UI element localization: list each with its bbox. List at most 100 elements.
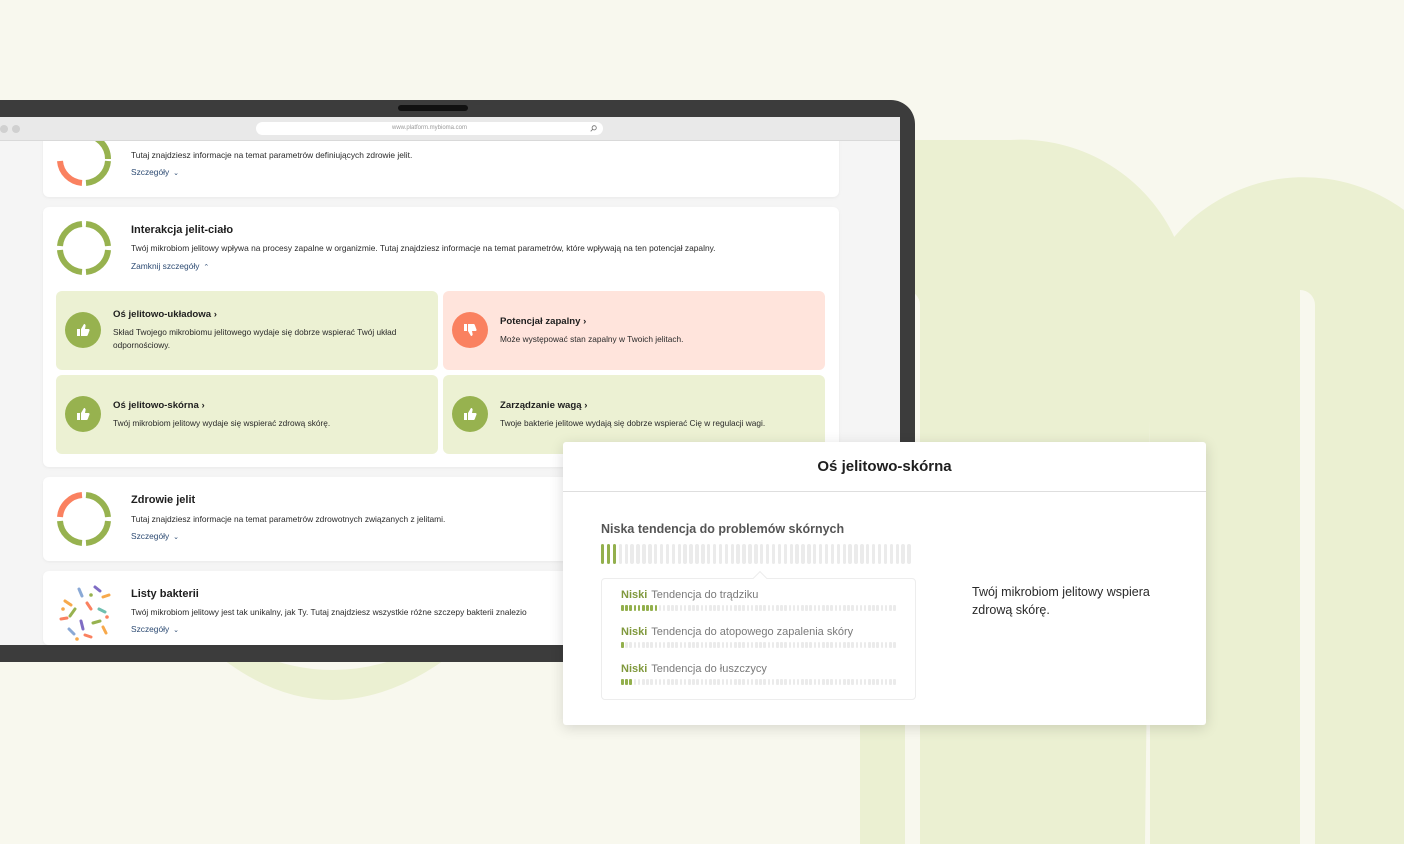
score-segment [842,679,846,685]
score-segment [789,544,793,564]
thumbs-up-icon [65,312,101,348]
score-segment [618,544,623,564]
score-segment [759,679,762,685]
score-segment [654,679,658,685]
details-link[interactable]: Szczegóły ⌄ [131,531,179,541]
score-segment [750,605,754,611]
score-segment [851,679,854,685]
score-segment [712,544,717,564]
tile-gut-immune-axis[interactable]: Oś jelitowo-układowa › Skład Twojego mik… [56,291,438,370]
score-segment [675,605,679,611]
address-bar[interactable]: www.platform.mybioma.com [256,122,603,135]
score-segment [855,642,859,648]
tile-description: Skład Twojego mikrobiomu jelitowego wyda… [113,327,397,350]
score-segment [830,605,833,611]
score-segment [796,605,800,611]
window-control-icon[interactable] [0,125,8,133]
score-segment [630,544,634,564]
score-segment [708,642,712,648]
chevron-down-icon: ⌄ [173,627,180,634]
score-segment [784,605,787,611]
score-segment [633,605,637,611]
score-segment [792,679,796,685]
score-segment [767,605,771,611]
close-details-link[interactable]: Zamknij szczegóły ⌃ [131,261,209,271]
score-segment [817,605,821,611]
score-segment [734,679,737,685]
score-segment [880,679,884,685]
tile-gut-skin-axis[interactable]: Oś jelitowo-skórna › Twój mikrobiom jeli… [56,375,438,454]
score-segment [675,679,679,685]
score-segment [742,679,746,685]
modal-note: Twój mikrobiom jelitowy wspiera zdrową s… [972,585,1150,617]
score-segment [868,679,871,685]
detail-row-label: Niski Tendencja do trądziku [621,589,759,601]
score-segment [612,544,617,564]
score-segment [859,605,863,611]
score-segment [767,642,771,648]
modal-title: Oś jelitowo-skórna [563,442,1206,492]
details-link-label: Szczegóły [131,531,170,541]
score-segment [671,679,674,685]
score-segment [641,642,645,648]
score-segment [859,642,863,648]
section-title: Interakcja jelit-ciało [131,224,234,236]
score-segment [834,679,838,685]
score-segment [813,605,817,611]
score-segment [650,605,653,611]
score-segment [688,605,691,611]
score-segment [822,642,825,648]
score-segment [754,544,758,564]
tile-title: Oś jelitowo-układowa › [113,309,217,320]
score-segment [700,605,704,611]
score-segment [795,544,799,564]
browser-toolbar: www.platform.mybioma.com [0,117,900,141]
score-segment [721,679,725,685]
section-description: Twój mikrobiom jelitowy wpływa na proces… [131,243,716,253]
score-segment [724,544,729,564]
score-segment [763,679,766,685]
score-segment [809,642,813,648]
score-segment [671,642,674,648]
search-icon[interactable] [590,125,597,132]
score-segment [692,679,695,685]
score-segment [679,679,683,685]
details-link[interactable]: Szczegóły ⌄ [131,624,179,634]
score-segment [889,642,892,648]
section-title: Listy bakterii [131,588,199,600]
score-segment [679,605,683,611]
score-segment [775,679,779,685]
score-segment [746,605,750,611]
score-segment [721,642,725,648]
thumbs-down-icon [452,312,488,348]
score-segment [742,642,746,648]
score-segment [783,544,787,564]
score-segment [621,679,624,685]
score-segment [868,642,871,648]
score-segment [854,544,858,564]
score-segment [700,642,704,648]
score-segment [784,642,787,648]
score-segment [683,605,687,611]
score-segment [847,642,850,648]
score-segment [750,642,754,648]
details-link-label: Szczegóły [131,167,170,177]
window-control-icon[interactable] [12,125,20,133]
score-segment [683,679,687,685]
score-segment [765,544,770,564]
tile-inflammatory-potential[interactable]: Potencjał zapalny › Może występować stan… [443,291,825,370]
score-segment [801,544,805,564]
detail-row-acne: Niski Tendencja do trądziku [621,589,901,611]
score-segment [771,642,775,648]
score-segment [679,642,683,648]
tile-title: Potencjał zapalny › [500,316,587,327]
score-segment [889,544,894,564]
details-link[interactable]: Szczegóły ⌄ [131,167,179,177]
orange-green-ring-icon [57,492,111,546]
score-segment [700,679,704,685]
score-segment [721,605,725,611]
score-segment [771,605,775,611]
score-segment [621,605,624,611]
score-segment [629,605,632,611]
score-segment [636,544,640,564]
